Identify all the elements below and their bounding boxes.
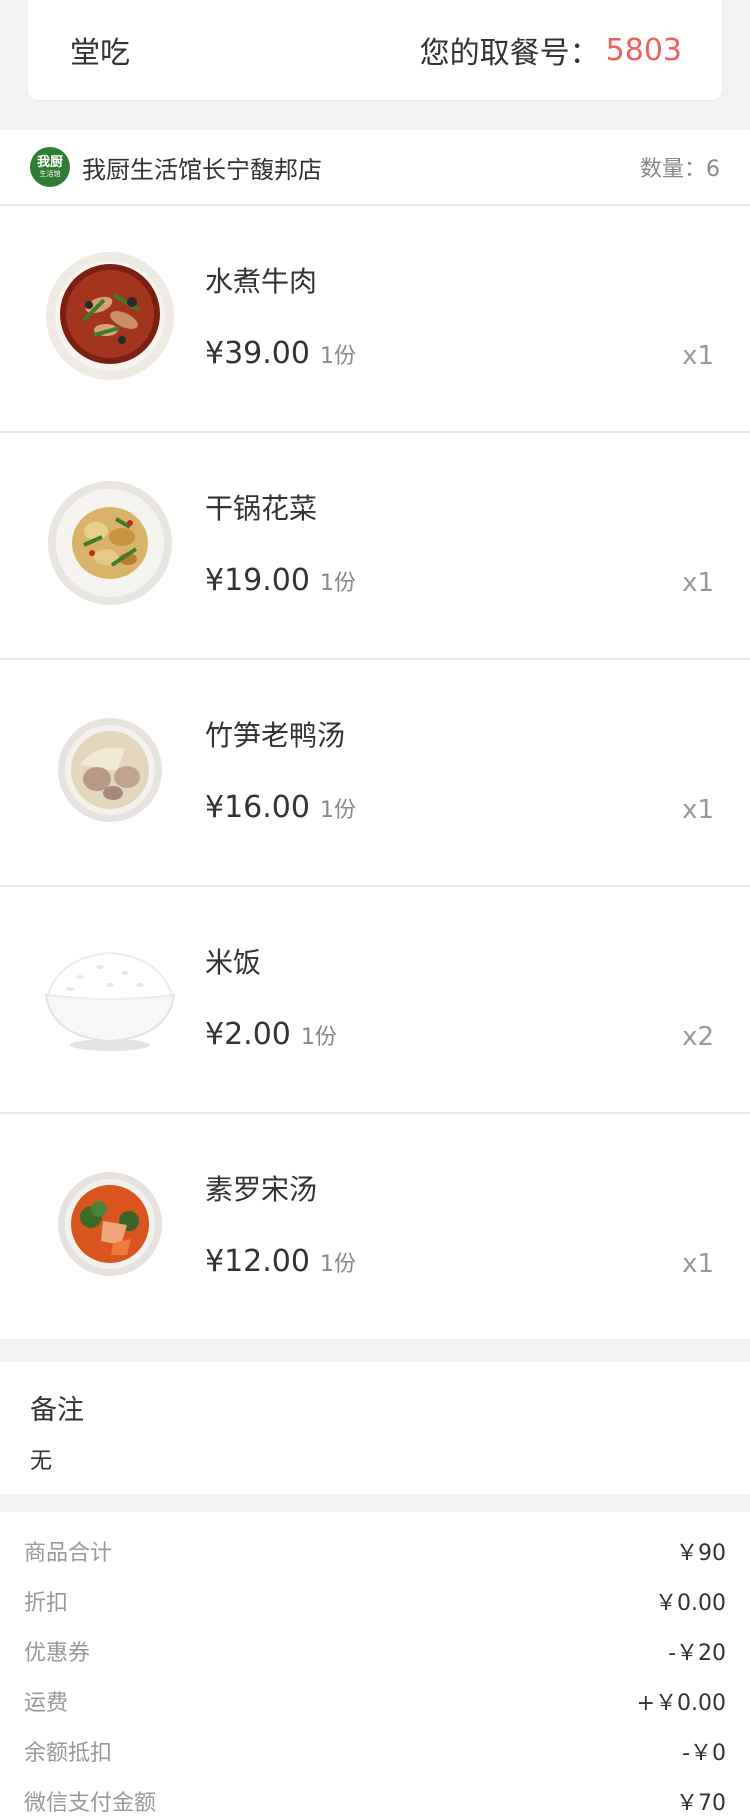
store-bar[interactable]: 我厨 生活馆 我厨生活馆长宁馥邦店 数量：6 [0,130,750,206]
summary-row-wechat-pay: 微信支付金额 ￥70 [24,1776,726,1818]
summary-label: 运费 [24,1691,69,1716]
pickup-number: 5803 [605,32,682,68]
summary-label: 商品合计 [24,1541,113,1566]
summary-value: -￥20 [668,1641,726,1666]
item-unit: 1份 [319,571,356,596]
store-item-count: 数量：6 [640,157,720,182]
dry-pot-cauliflower-icon [40,473,180,613]
order-item-list: 水煮牛肉 ¥39.00 1份 x1 干锅花菜 ¥19.00 1份 x1 竹笋老鸭… [0,206,750,1339]
borscht-icon [40,1154,180,1294]
item-price: ¥2.00 [205,1017,291,1052]
item-price: ¥39.00 [205,336,310,371]
item-quantity: x1 [682,341,714,371]
order-item[interactable]: 素罗宋汤 ¥12.00 1份 x1 [0,1114,750,1339]
pickup-number-label: 您的取餐号： [419,36,600,71]
boiled-beef-icon [40,246,180,386]
pickup-number-group: 您的取餐号： 5803 [420,28,682,72]
item-name: 米饭 [205,946,262,979]
store-name: 我厨生活馆长宁馥邦店 [82,155,322,184]
order-item[interactable]: 米饭 ¥2.00 1份 x2 [0,887,750,1114]
summary-label: 折扣 [24,1591,69,1616]
summary-value: -￥0 [682,1741,726,1766]
summary-row-subtotal: 商品合计 ￥90 [24,1526,726,1576]
order-item[interactable]: 竹笋老鸭汤 ¥16.00 1份 x1 [0,660,750,887]
item-name: 素罗宋汤 [205,1173,318,1206]
order-item[interactable]: 水煮牛肉 ¥39.00 1份 x1 [0,206,750,433]
item-quantity: x1 [682,568,714,598]
summary-value: +￥0.00 [636,1691,726,1716]
summary-row-discount: 折扣 ￥0.00 [24,1576,726,1626]
item-unit: 1份 [319,344,356,369]
summary-label: 微信支付金额 [24,1791,157,1816]
item-unit: 1份 [300,1025,337,1050]
order-item[interactable]: 干锅花菜 ¥19.00 1份 x1 [0,433,750,660]
summary-value: ￥70 [676,1791,726,1816]
store-logo-icon: 我厨 生活馆 [30,147,70,187]
summary-row-coupon: 优惠券 -￥20 [24,1626,726,1676]
summary-row-shipping: 运费 +￥0.00 [24,1676,726,1726]
order-type: 堂吃 [70,36,130,71]
order-note: 备注 无 [0,1362,750,1494]
item-quantity: x1 [682,1249,714,1279]
item-name: 竹笋老鸭汤 [205,719,346,752]
duck-soup-icon [40,700,180,840]
summary-value: ￥90 [676,1541,726,1566]
price-summary: 商品合计 ￥90 折扣 ￥0.00 优惠券 -￥20 运费 +￥0.00 余额抵… [0,1512,750,1818]
item-unit: 1份 [319,1252,356,1277]
item-name: 水煮牛肉 [205,265,318,298]
note-title: 备注 [30,1395,84,1426]
item-price: ¥12.00 [205,1244,310,1279]
item-quantity: x1 [682,795,714,825]
item-price: ¥16.00 [205,790,310,825]
summary-label: 优惠券 [24,1641,91,1666]
item-price: ¥19.00 [205,563,310,598]
rice-bowl-icon [40,927,180,1067]
item-unit: 1份 [319,798,356,823]
item-quantity: x2 [682,1022,714,1052]
summary-label: 余额抵扣 [24,1741,113,1766]
summary-row-balance: 余额抵扣 -￥0 [24,1726,726,1776]
note-value: 无 [30,1449,53,1474]
pickup-card: 堂吃 您的取餐号： 5803 [28,0,722,100]
item-name: 干锅花菜 [205,492,318,525]
summary-value: ￥0.00 [655,1591,726,1616]
